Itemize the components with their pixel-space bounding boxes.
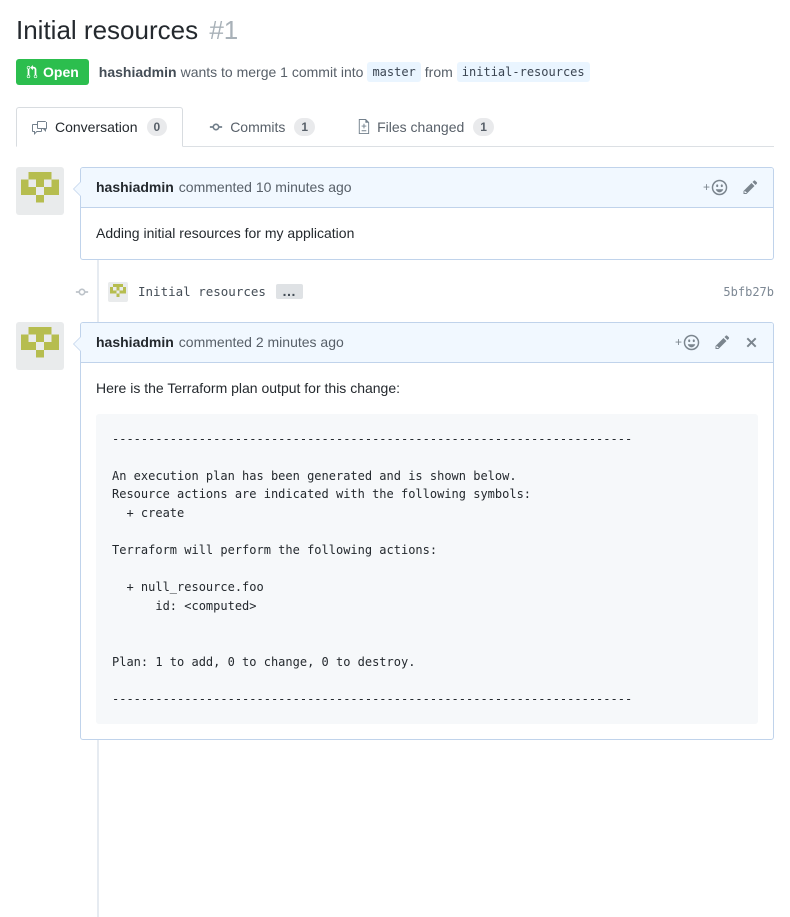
comment-header: hashiadmin commented 2 minutes ago + bbox=[81, 322, 773, 363]
add-reaction-button[interactable]: + bbox=[703, 179, 728, 196]
smiley-icon bbox=[683, 334, 700, 350]
tab-conversation-counter: 0 bbox=[146, 117, 168, 136]
timeline-comment-1: hashiadmin commented 10 minutes ago + Ad… bbox=[16, 166, 774, 260]
pr-meta: Open hashiadmin wants to merge 1 commit … bbox=[16, 58, 774, 85]
commit-author-avatar[interactable] bbox=[108, 281, 128, 302]
tab-files-changed-counter: 1 bbox=[473, 117, 494, 136]
pencil-icon bbox=[715, 335, 730, 349]
pr-tabnav: Conversation 0 Commits 1 Files changed 1 bbox=[16, 106, 774, 147]
comment-author-link[interactable]: hashiadmin bbox=[96, 179, 174, 195]
file-diff-icon bbox=[358, 119, 370, 134]
x-icon bbox=[746, 337, 757, 347]
discussion-timeline: hashiadmin commented 10 minutes ago + Ad… bbox=[16, 166, 774, 917]
comment-actions: + bbox=[675, 334, 758, 351]
tab-commits-counter: 1 bbox=[294, 117, 316, 136]
comment-author-link[interactable]: hashiadmin bbox=[96, 334, 174, 350]
tab-commits[interactable]: Commits 1 bbox=[193, 107, 331, 147]
comment-header: hashiadmin commented 10 minutes ago + bbox=[81, 167, 773, 208]
pull-request-page: Initial resources #1 Open hashiadmin wan… bbox=[0, 14, 790, 917]
edit-comment-button[interactable] bbox=[715, 334, 730, 350]
tab-files-changed[interactable]: Files changed 1 bbox=[341, 107, 510, 147]
git-commit-timeline-icon bbox=[71, 280, 93, 303]
pr-author-link[interactable]: hashiadmin bbox=[99, 64, 177, 80]
identicon-avatar-icon bbox=[21, 171, 59, 202]
pr-title-text: Initial resources bbox=[16, 15, 199, 45]
avatar[interactable] bbox=[16, 166, 64, 215]
tab-conversation-label: Conversation bbox=[55, 118, 138, 135]
git-commit-icon bbox=[210, 123, 223, 130]
comment-box: hashiadmin commented 2 minutes ago + Her… bbox=[73, 321, 774, 741]
pr-state-label: Open bbox=[43, 63, 79, 80]
comment-body: Adding initial resources for my applicat… bbox=[81, 208, 773, 259]
pr-state-badge: Open bbox=[16, 58, 89, 85]
tab-commits-label: Commits bbox=[230, 118, 286, 135]
identicon-avatar-icon bbox=[21, 326, 59, 357]
avatar[interactable] bbox=[16, 321, 64, 370]
delete-comment-button[interactable] bbox=[745, 335, 758, 350]
commit-sha-link[interactable]: 5bfb27b bbox=[723, 285, 774, 299]
comment-discussion-icon bbox=[32, 120, 47, 135]
base-branch-ref[interactable]: master bbox=[367, 61, 421, 82]
comment-text: Adding initial resources for my applicat… bbox=[96, 224, 355, 241]
commit-timeline-row: Initial resources … 5bfb27b bbox=[16, 276, 774, 308]
plus-icon: + bbox=[674, 335, 682, 349]
comment-box: hashiadmin commented 10 minutes ago + Ad… bbox=[73, 166, 774, 260]
smiley-icon bbox=[711, 179, 728, 195]
page-title: Initial resources #1 bbox=[16, 14, 774, 47]
comment-actions: + bbox=[703, 179, 758, 196]
timeline-comment-2: hashiadmin commented 2 minutes ago + Her… bbox=[16, 321, 774, 741]
tab-conversation[interactable]: Conversation 0 bbox=[16, 106, 184, 147]
plus-icon: + bbox=[702, 180, 710, 194]
terraform-plan-output: ----------------------------------------… bbox=[96, 413, 758, 725]
head-branch-ref[interactable]: initial-resources bbox=[456, 61, 590, 82]
pr-number: #1 bbox=[209, 15, 239, 45]
merge-text: wants to merge 1 commit into bbox=[180, 63, 364, 80]
git-pull-request-icon bbox=[26, 64, 38, 78]
edit-comment-button[interactable] bbox=[743, 179, 758, 195]
add-reaction-button[interactable]: + bbox=[675, 334, 700, 351]
commit-message-link[interactable]: Initial resources bbox=[138, 284, 266, 299]
comment-text: Here is the Terraform plan output for th… bbox=[96, 379, 401, 396]
comment-body: Here is the Terraform plan output for th… bbox=[81, 363, 773, 740]
tab-files-changed-label: Files changed bbox=[377, 118, 465, 135]
pencil-icon bbox=[743, 180, 758, 194]
commit-expand-button[interactable]: … bbox=[275, 284, 303, 299]
comment-meta: commented 2 minutes ago bbox=[178, 334, 344, 350]
merge-text-from: from bbox=[424, 63, 453, 80]
comment-meta: commented 10 minutes ago bbox=[178, 179, 352, 195]
identicon-avatar-icon bbox=[110, 283, 126, 297]
